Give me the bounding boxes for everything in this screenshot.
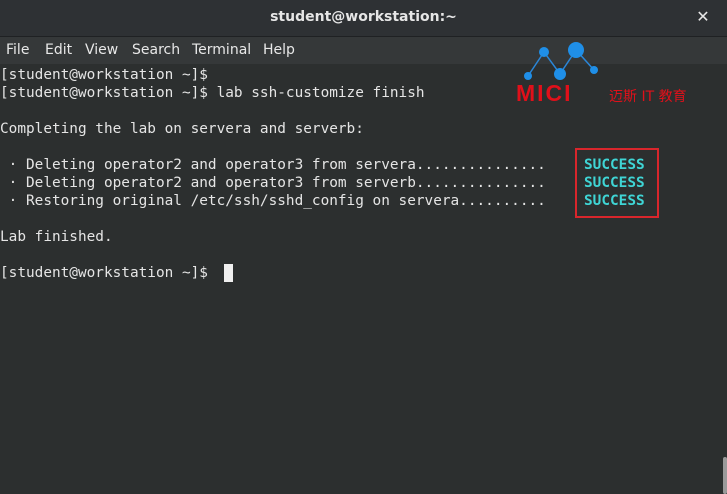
watermark-logo: MICI bbox=[516, 80, 573, 106]
close-icon[interactable]: ✕ bbox=[693, 7, 713, 27]
terminal-line: [student@workstation ~]$ bbox=[0, 67, 208, 83]
terminal-area[interactable]: [student@workstation ~]$ [student@workst… bbox=[0, 64, 727, 494]
scrollbar-thumb[interactable] bbox=[723, 457, 727, 494]
highlight-box bbox=[575, 148, 659, 218]
menu-search[interactable]: Search bbox=[132, 42, 180, 58]
terminal-line: [student@workstation ~]$ lab ssh-customi… bbox=[0, 85, 425, 101]
title-bar: student@workstation:~ ✕ bbox=[0, 0, 727, 37]
terminal-line: · Restoring original /etc/ssh/sshd_confi… bbox=[0, 193, 546, 209]
menu-edit[interactable]: Edit bbox=[45, 42, 72, 58]
terminal-line: Completing the lab on servera and server… bbox=[0, 121, 364, 137]
text-cursor bbox=[224, 264, 233, 282]
terminal-prompt: [student@workstation ~]$ bbox=[0, 265, 217, 281]
menu-bar: File Edit View Search Terminal Help bbox=[0, 37, 727, 64]
terminal-line: Lab finished. bbox=[0, 229, 113, 245]
menu-file[interactable]: File bbox=[6, 42, 29, 58]
menu-terminal[interactable]: Terminal bbox=[192, 42, 251, 58]
window-title: student@workstation:~ bbox=[270, 9, 457, 25]
menu-help[interactable]: Help bbox=[263, 42, 295, 58]
watermark-text: 迈斯 IT 教育 bbox=[609, 89, 687, 105]
terminal-line: · Deleting operator2 and operator3 from … bbox=[0, 157, 546, 173]
terminal-line: · Deleting operator2 and operator3 from … bbox=[0, 175, 546, 191]
menu-view[interactable]: View bbox=[85, 42, 118, 58]
